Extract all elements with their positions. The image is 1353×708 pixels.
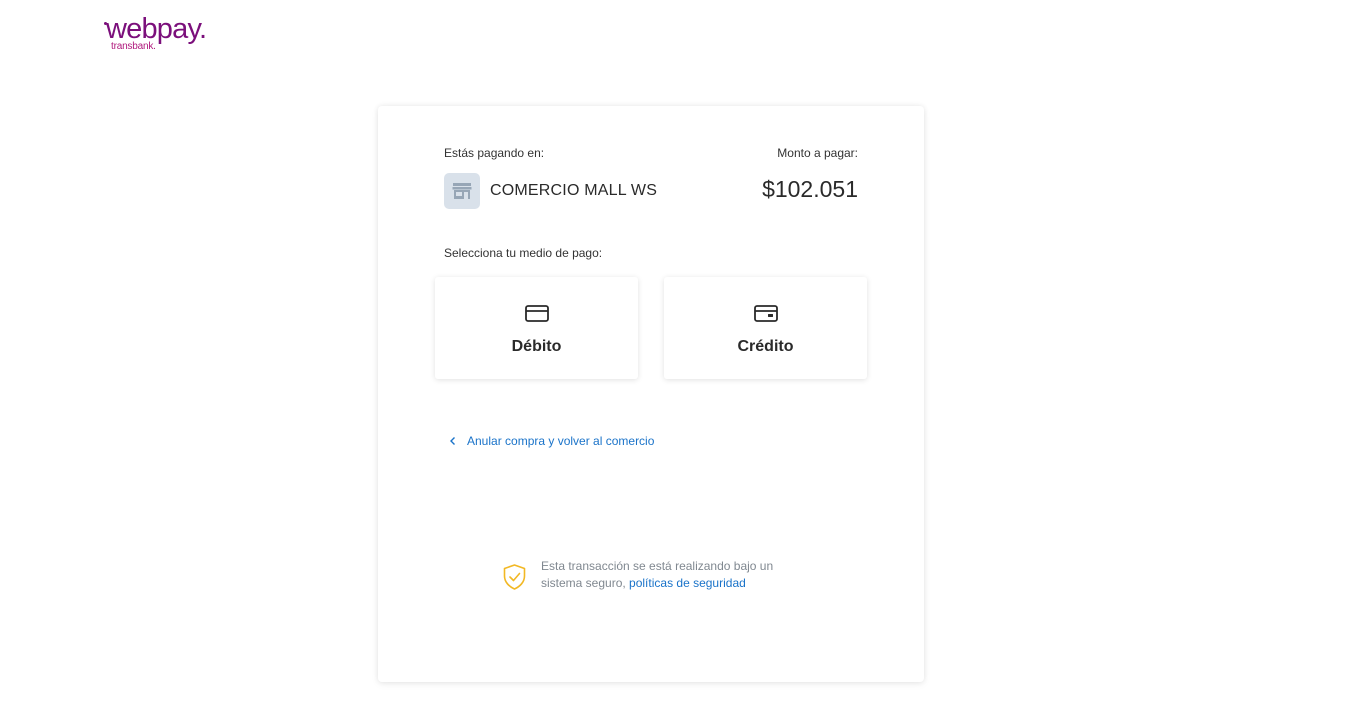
debit-card-icon [525, 305, 549, 322]
chevron-left-icon [450, 437, 455, 445]
page: webpay. transbank. Estás pagando en: Mon… [0, 0, 1353, 708]
logo-subtitle: transbank. [111, 41, 156, 52]
credit-option-label: Crédito [737, 338, 794, 355]
payment-card: Estás pagando en: Monto a pagar: COMERCI… [378, 106, 924, 682]
webpay-logo: webpay. transbank. [104, 13, 216, 54]
paying-label: Estás pagando en: [444, 146, 545, 160]
debit-option-button[interactable]: Débito [435, 277, 638, 379]
amount-label: Monto a pagar: [777, 146, 858, 160]
credit-option-button[interactable]: Crédito [664, 277, 867, 379]
security-policy-link[interactable]: políticas de seguridad [629, 576, 746, 590]
cancel-purchase-label: Anular compra y volver al comercio [467, 434, 655, 448]
security-text-line2: sistema seguro, [541, 576, 626, 590]
store-icon [444, 173, 480, 209]
security-text-line1: Esta transacción se está realizando bajo… [541, 559, 774, 573]
credit-card-icon [754, 305, 778, 322]
debit-option-label: Débito [511, 338, 562, 355]
amount-value: $102.051 [762, 176, 858, 202]
shield-check-icon [503, 564, 526, 590]
security-text: Esta transacción se está realizando bajo… [541, 558, 801, 592]
cancel-purchase-link[interactable]: Anular compra y volver al comercio [448, 433, 654, 449]
payment-method-label: Selecciona tu medio de pago: [444, 246, 603, 260]
merchant-name: COMERCIO MALL WS [490, 182, 658, 199]
security-notice: Esta transacción se está realizando bajo… [502, 558, 802, 598]
